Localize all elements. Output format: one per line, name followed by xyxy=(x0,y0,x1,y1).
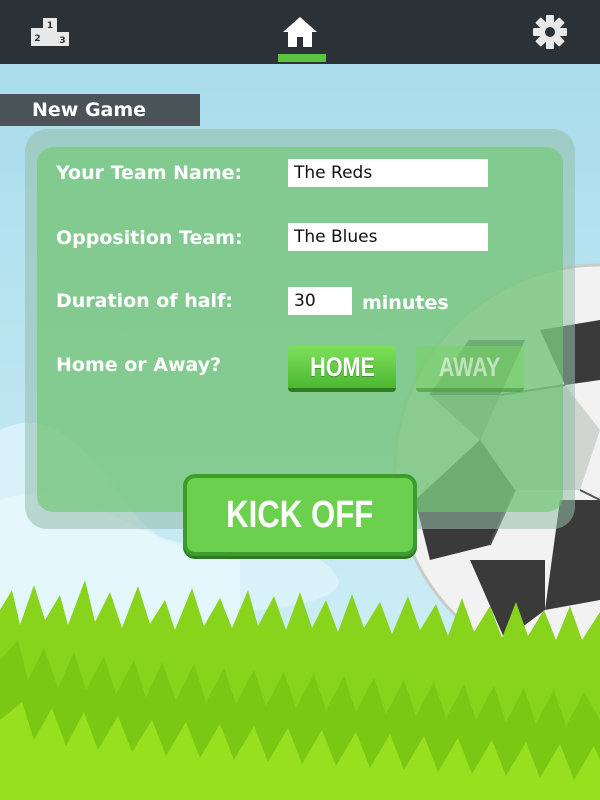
page-title: New Game xyxy=(32,99,147,121)
kick-off-label: KICK OFF xyxy=(226,493,374,536)
opposition-team-input[interactable] xyxy=(288,223,488,251)
leaderboard-button[interactable]: 1 2 3 xyxy=(20,0,80,64)
svg-text:2: 2 xyxy=(34,34,40,44)
top-nav-bar: 1 2 3 xyxy=(0,0,600,64)
kick-off-button[interactable]: KICK OFF xyxy=(183,474,417,556)
settings-button[interactable] xyxy=(520,0,580,64)
svg-text:3: 3 xyxy=(59,36,65,46)
away-toggle-button[interactable]: AWAY xyxy=(416,346,524,392)
home-toggle-button[interactable]: HOME xyxy=(288,346,396,392)
podium-icon: 1 2 3 xyxy=(31,18,69,46)
duration-label: Duration of half: xyxy=(56,290,233,312)
team-name-input[interactable] xyxy=(288,159,488,187)
svg-text:1: 1 xyxy=(47,21,53,31)
form-panel xyxy=(37,147,563,512)
home-or-away-label: Home or Away? xyxy=(56,354,222,376)
team-name-label: Your Team Name: xyxy=(56,162,243,184)
home-icon xyxy=(283,17,317,47)
page-title-bar: New Game xyxy=(0,94,200,126)
home-toggle-label: HOME xyxy=(309,351,375,382)
gear-icon xyxy=(533,15,567,49)
duration-unit-label: minutes xyxy=(362,292,449,314)
opposition-team-label: Opposition Team: xyxy=(56,227,243,249)
away-toggle-label: AWAY xyxy=(439,351,501,382)
duration-input[interactable] xyxy=(288,287,352,315)
home-active-indicator xyxy=(278,54,326,62)
